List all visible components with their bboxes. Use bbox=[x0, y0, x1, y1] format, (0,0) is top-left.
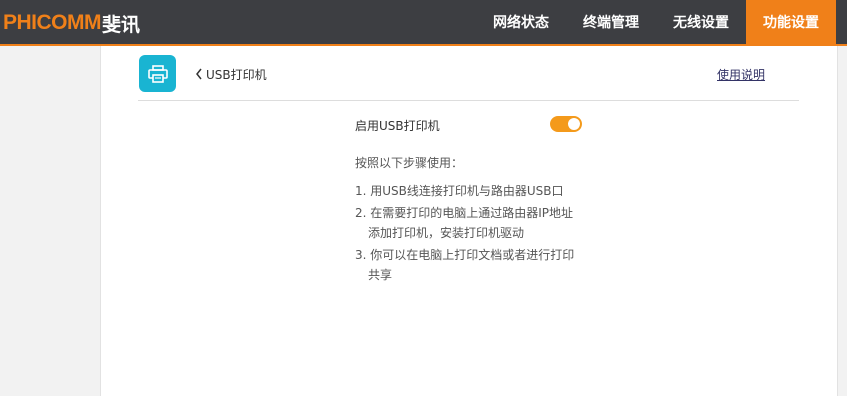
instruction-step-3-cont: 共享 bbox=[368, 268, 393, 282]
nav-terminal-management[interactable]: 终端管理 bbox=[570, 0, 652, 44]
instruction-step-2: 2. 在需要打印的电脑上通过路由器IP地址 bbox=[355, 206, 574, 220]
instructions-intro: 按照以下步骤使用： bbox=[355, 156, 464, 170]
content-panel bbox=[100, 46, 838, 396]
help-link[interactable]: 使用说明 bbox=[717, 66, 765, 83]
back-button[interactable]: USB打印机 bbox=[195, 66, 267, 82]
printer-glyph bbox=[147, 64, 168, 83]
enable-usb-printer-label: 启用USB打印机 bbox=[355, 119, 440, 133]
enable-usb-printer-toggle[interactable] bbox=[550, 116, 582, 132]
logo-text-en: PHICOMM bbox=[3, 11, 102, 34]
logo-text-cn: 斐讯 bbox=[102, 13, 141, 36]
instruction-step-3: 3. 你可以在电脑上打印文档或者进行打印 bbox=[355, 248, 575, 262]
top-header: PHICOMM 斐讯 网络状态 终端管理 无线设置 功能设置 bbox=[0, 0, 847, 44]
nav-wireless-settings[interactable]: 无线设置 bbox=[660, 0, 742, 44]
phicomm-logo: PHICOMM 斐讯 bbox=[3, 9, 140, 37]
page-title: USB打印机 bbox=[206, 67, 267, 82]
instruction-step-2-cont: 添加打印机，安装打印机驱动 bbox=[368, 226, 525, 240]
toggle-knob bbox=[568, 118, 580, 130]
nav-function-settings[interactable]: 功能设置 bbox=[746, 0, 836, 44]
instruction-step-1: 1. 用USB线连接打印机与路由器USB口 bbox=[355, 184, 564, 198]
printer-icon bbox=[139, 55, 176, 92]
header-divider bbox=[138, 100, 799, 101]
chevron-left-icon bbox=[195, 66, 205, 82]
nav-network-status[interactable]: 网络状态 bbox=[480, 0, 562, 44]
